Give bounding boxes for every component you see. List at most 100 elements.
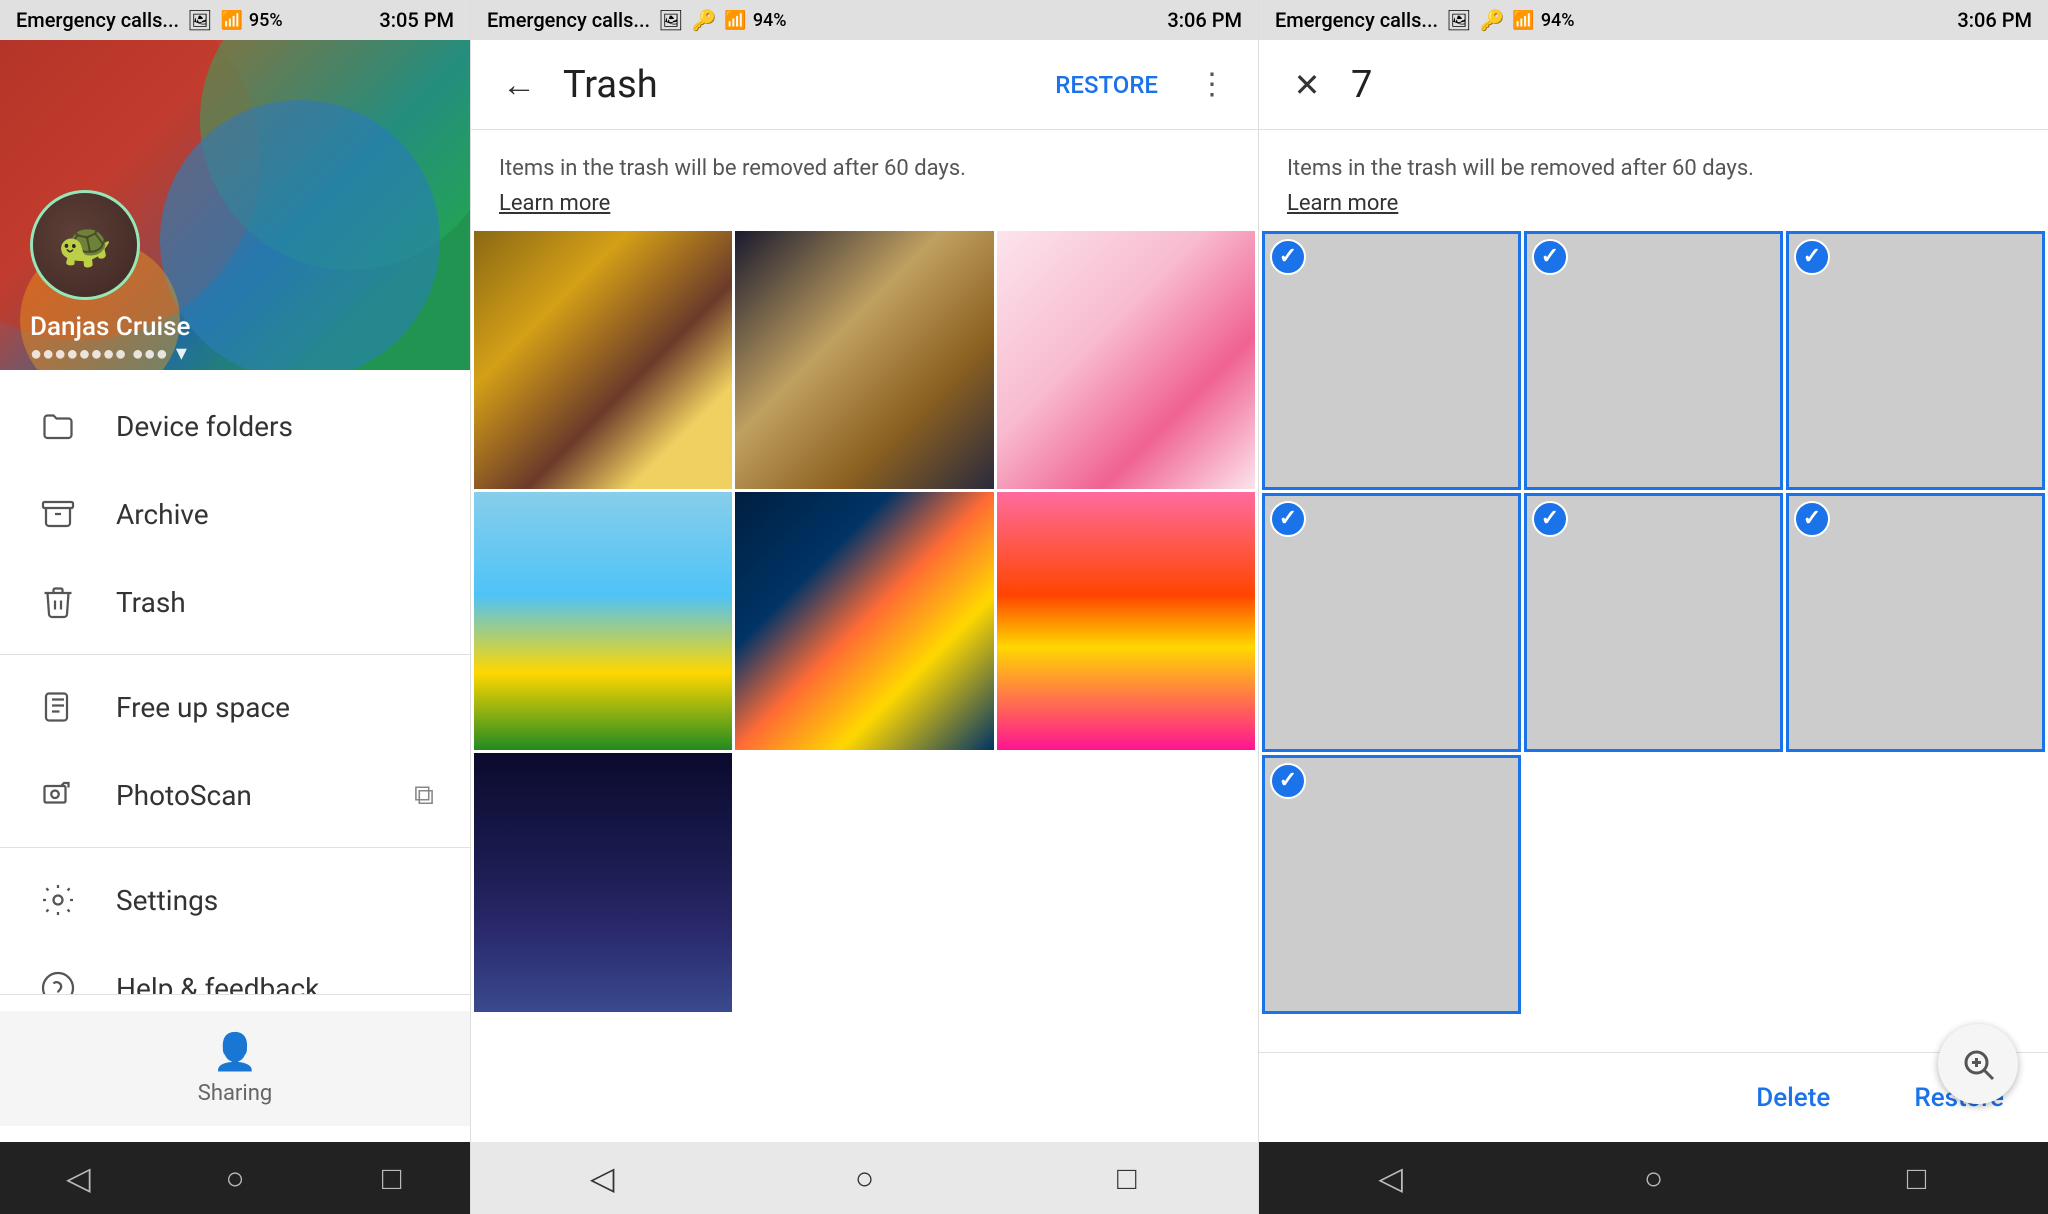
emergency-text-2: Emergency calls...	[487, 8, 650, 32]
sharing-button[interactable]: 👤 Sharing	[0, 1011, 470, 1126]
check-mark-4: ✓	[1270, 501, 1306, 537]
learn-more-link-2[interactable]: Learn more	[499, 191, 1230, 216]
bottom-nav-3: ◁ ○ □	[1259, 1142, 2048, 1214]
check-mark-2: ✓	[1532, 239, 1568, 275]
nav-divider-2	[0, 847, 470, 848]
status-icons-2: 📶 94%	[724, 10, 786, 31]
trash-info-text: Items in the trash will be removed after…	[499, 156, 966, 181]
sidebar-item-trash[interactable]: Trash	[0, 558, 470, 646]
key-icon-3: 🔑	[1479, 8, 1504, 32]
more-button[interactable]: ⋮	[1186, 59, 1238, 111]
selection-panel: Emergency calls... 🖼 🔑 📶 94% 3:06 PM ✕ 7…	[1258, 0, 2048, 1214]
photo-item-3[interactable]	[997, 231, 1255, 489]
photo-item-2[interactable]	[735, 231, 993, 489]
back-nav-btn-1[interactable]: ◁	[48, 1148, 108, 1208]
time-2: 3:06 PM	[1167, 8, 1242, 32]
recents-nav-btn-3[interactable]: □	[1887, 1148, 1947, 1208]
sidebar-item-help[interactable]: Help & feedback	[0, 944, 470, 994]
home-nav-btn-1[interactable]: ○	[205, 1148, 265, 1208]
check-mark-7: ✓	[1270, 763, 1306, 799]
zoom-fab-button[interactable]	[1938, 1024, 2018, 1104]
status-icon-image: 🖼	[187, 8, 212, 32]
sidebar-header: 🐢 Danjas Cruise ●●●●●●●● ●●● ▾	[0, 40, 470, 370]
battery-1: 95%	[249, 10, 283, 31]
nav-divider-1	[0, 654, 470, 655]
trash-info-bar: Items in the trash will be removed after…	[471, 130, 1258, 228]
check-mark-5: ✓	[1532, 501, 1568, 537]
check-mark-6: ✓	[1794, 501, 1830, 537]
sidebar-item-free-up-space[interactable]: Free up space	[0, 663, 470, 751]
archive-label: Archive	[116, 498, 209, 531]
sidebar-item-settings[interactable]: Settings	[0, 856, 470, 944]
time-3: 3:06 PM	[1957, 8, 2032, 32]
sharing-icon: 👤	[213, 1031, 258, 1073]
photo-item-6[interactable]	[997, 492, 1255, 750]
home-nav-btn-3[interactable]: ○	[1624, 1148, 1684, 1208]
delete-button[interactable]: Delete	[1744, 1075, 1842, 1121]
selected-photo-2[interactable]: ✓	[1524, 231, 1783, 490]
back-nav-btn-3[interactable]: ◁	[1361, 1148, 1421, 1208]
free-space-icon	[36, 685, 80, 729]
sidebar-bottom: 👤 Sharing	[0, 994, 470, 1142]
folder-icon	[36, 404, 80, 448]
recents-nav-btn-2[interactable]: □	[1097, 1148, 1157, 1208]
sidebar-panel: Emergency calls... 🖼 📶 95% 3:05 PM 🐢 Dan…	[0, 0, 470, 1214]
battery-2: 94%	[753, 10, 787, 31]
sidebar-item-photoscan[interactable]: PhotoScan ⧉	[0, 751, 470, 839]
emergency-text-1: Emergency calls...	[16, 8, 179, 32]
selected-photo-6[interactable]: ✓	[1786, 493, 2045, 752]
back-arrow-icon: ←	[502, 65, 536, 105]
check-mark-3: ✓	[1794, 239, 1830, 275]
archive-icon	[36, 492, 80, 536]
wifi-icon-3: 📶	[1512, 10, 1534, 31]
status-icons-1: 📶 95%	[220, 10, 282, 31]
selected-photo-5[interactable]: ✓	[1524, 493, 1783, 752]
selected-photo-1[interactable]: ✓	[1262, 231, 1521, 490]
selection-toolbar: ✕ 7	[1259, 40, 2048, 130]
learn-more-link-3[interactable]: Learn more	[1287, 191, 2020, 216]
status-bar-3: Emergency calls... 🖼 🔑 📶 94% 3:06 PM	[1259, 0, 2048, 40]
wifi-icon-2: 📶	[724, 10, 746, 31]
photo-item-7[interactable]	[474, 753, 732, 1011]
selection-action-bar: Delete Restore	[1259, 1052, 2048, 1142]
external-link-icon: ⧉	[414, 778, 434, 812]
emergency-text-3: Emergency calls...	[1275, 8, 1438, 32]
sidebar-item-device-folders[interactable]: Device folders	[0, 382, 470, 470]
sharing-label: Sharing	[198, 1081, 272, 1106]
photo-item-1[interactable]	[474, 231, 732, 489]
photoscan-label: PhotoScan	[116, 779, 252, 812]
close-icon: ✕	[1294, 66, 1321, 104]
status-icon-image-2: 🖼	[658, 8, 683, 32]
bottom-nav-1: ◁ ○ □	[0, 1142, 470, 1214]
close-button[interactable]: ✕	[1279, 57, 1335, 113]
dropdown-arrow-icon[interactable]: ▾	[176, 341, 187, 366]
user-name: Danjas Cruise	[30, 312, 190, 342]
selection-info-text: Items in the trash will be removed after…	[1287, 156, 1754, 181]
photo-item-4[interactable]	[474, 492, 732, 750]
user-email: ●●●●●●●● ●●● ▾	[30, 341, 187, 366]
back-button[interactable]: ←	[491, 57, 547, 113]
selected-photo-3[interactable]: ✓	[1786, 231, 2045, 490]
status-icon-image-3: 🖼	[1446, 8, 1471, 32]
settings-label: Settings	[116, 884, 218, 917]
selected-photo-7[interactable]: ✓	[1262, 755, 1521, 1014]
trash-panel: Emergency calls... 🖼 🔑 📶 94% 3:06 PM ← T…	[470, 0, 1258, 1214]
home-nav-btn-2[interactable]: ○	[834, 1148, 894, 1208]
status-bar-2: Emergency calls... 🖼 🔑 📶 94% 3:06 PM	[471, 0, 1258, 40]
back-nav-btn-2[interactable]: ◁	[572, 1148, 632, 1208]
settings-icon	[36, 878, 80, 922]
restore-button[interactable]: RESTORE	[1043, 63, 1170, 107]
key-icon: 🔑	[691, 8, 716, 32]
status-bar-1: Emergency calls... 🖼 📶 95% 3:05 PM	[0, 0, 470, 40]
sidebar-item-archive[interactable]: Archive	[0, 470, 470, 558]
status-icons-3: 📶 94%	[1512, 10, 1574, 31]
trash-toolbar: ← Trash RESTORE ⋮	[471, 40, 1258, 130]
time-1: 3:05 PM	[379, 8, 454, 32]
selected-photo-4[interactable]: ✓	[1262, 493, 1521, 752]
more-icon: ⋮	[1197, 67, 1227, 102]
photo-item-5[interactable]	[735, 492, 993, 750]
recents-nav-btn-1[interactable]: □	[362, 1148, 422, 1208]
avatar: 🐢	[30, 190, 140, 300]
selection-info-bar: Items in the trash will be removed after…	[1259, 130, 2048, 228]
sidebar-nav: Device folders Archive Tr	[0, 370, 470, 994]
